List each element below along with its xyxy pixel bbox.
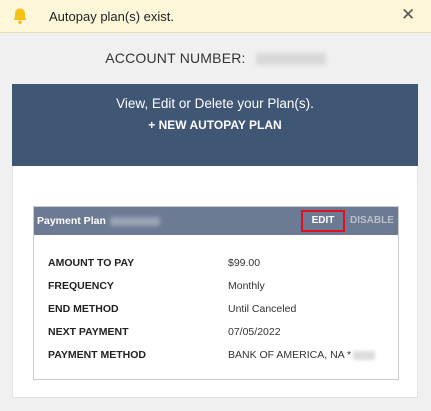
detail-label: NEXT PAYMENT bbox=[48, 326, 129, 338]
redacted-account-number bbox=[255, 53, 326, 66]
disable-button[interactable]: DISABLE bbox=[350, 215, 394, 226]
bank-name: BANK OF AMERICA, NA * bbox=[228, 349, 352, 361]
account-number: ACCOUNT NUMBER: bbox=[0, 50, 431, 66]
redacted-account-digits bbox=[353, 350, 376, 360]
panel-subtitle: View, Edit or Delete your Plan(s). bbox=[116, 96, 314, 111]
account-number-label: ACCOUNT NUMBER: bbox=[105, 50, 246, 66]
detail-row-payment-method: PAYMENT METHOD BANK OF AMERICA, NA * bbox=[48, 343, 388, 366]
edit-button[interactable]: EDIT bbox=[301, 210, 345, 232]
alert-message: Autopay plan(s) exist. bbox=[49, 9, 175, 24]
bell-icon bbox=[12, 7, 28, 25]
detail-label: END METHOD bbox=[48, 303, 119, 315]
autopay-alert-banner: Autopay plan(s) exist. ✕ bbox=[0, 0, 431, 33]
new-autopay-plan-button[interactable]: + NEW AUTOPAY PLAN bbox=[12, 118, 418, 132]
detail-value: $99.00 bbox=[228, 257, 261, 269]
detail-label: AMOUNT TO PAY bbox=[48, 257, 135, 269]
plan-details: AMOUNT TO PAY $99.00 FREQUENCY Monthly E… bbox=[48, 251, 388, 366]
detail-value: Monthly bbox=[228, 280, 265, 292]
detail-row-end-method: END METHOD Until Canceled bbox=[48, 297, 388, 320]
detail-value: BANK OF AMERICA, NA * bbox=[228, 349, 376, 361]
detail-row-frequency: FREQUENCY Monthly bbox=[48, 274, 388, 297]
plan-title-label: Payment Plan bbox=[37, 215, 106, 227]
plan-header: Payment Plan EDIT DISABLE bbox=[34, 207, 398, 235]
detail-value: 07/05/2022 bbox=[228, 326, 281, 338]
close-icon[interactable]: ✕ bbox=[401, 6, 415, 24]
detail-row-next-payment: NEXT PAYMENT 07/05/2022 bbox=[48, 320, 388, 343]
plan-title: Payment Plan bbox=[37, 215, 160, 227]
detail-label: FREQUENCY bbox=[48, 280, 114, 292]
autopay-plans-panel: View, Edit or Delete your Plan(s). + NEW… bbox=[12, 84, 418, 166]
detail-label: PAYMENT METHOD bbox=[48, 349, 147, 361]
redacted-plan-id bbox=[109, 216, 160, 226]
detail-value: Until Canceled bbox=[228, 303, 297, 315]
payment-plan-card: Payment Plan EDIT DISABLE AMOUNT TO PAY … bbox=[33, 206, 399, 380]
detail-row-amount: AMOUNT TO PAY $99.00 bbox=[48, 251, 388, 274]
